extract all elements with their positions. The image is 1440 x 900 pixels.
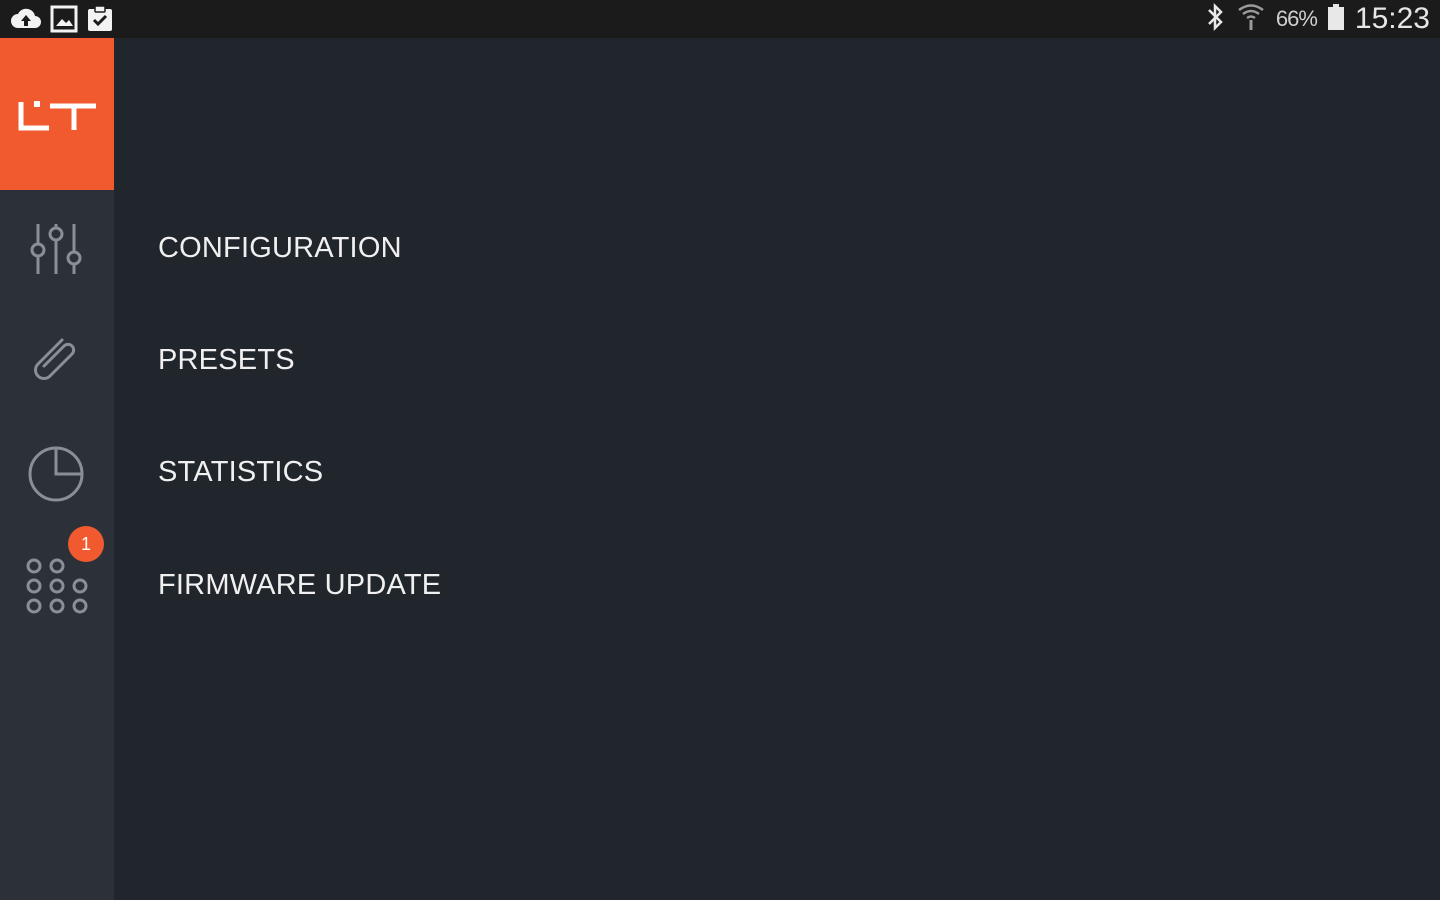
sidebar-item-presets[interactable] <box>0 302 114 414</box>
status-bar: 66% 15:23 <box>0 0 1440 38</box>
bluetooth-icon <box>1204 2 1226 37</box>
status-bar-notifications <box>10 5 114 38</box>
menu-item-firmware-update[interactable]: FIRMWARE UPDATE <box>158 555 441 615</box>
clock: 15:23 <box>1354 2 1430 35</box>
menu-item-statistics[interactable]: STATISTICS <box>158 442 323 502</box>
main-menu: CONFIGURATION PRESETS STATISTICS FIRMWAR… <box>114 38 1440 900</box>
notification-badge: 1 <box>68 526 104 562</box>
battery-percent: 66% <box>1275 6 1318 31</box>
sidebar: 1 <box>0 38 114 900</box>
image-icon <box>50 5 78 38</box>
app-logo[interactable] <box>0 38 114 190</box>
sliders-icon <box>30 224 82 274</box>
paperclip-icon <box>34 338 76 380</box>
clipboard-check-icon <box>86 5 114 38</box>
status-bar-system: 66% 15:23 <box>1204 0 1430 38</box>
cloud-upload-icon <box>10 6 42 37</box>
sidebar-item-configuration[interactable] <box>0 190 114 302</box>
pie-chart-icon <box>28 446 84 502</box>
menu-item-configuration[interactable]: CONFIGURATION <box>158 218 402 278</box>
wifi-icon <box>1236 2 1266 37</box>
lt-logo <box>18 101 96 131</box>
battery-icon <box>1327 3 1345 36</box>
sidebar-item-statistics[interactable] <box>0 414 114 526</box>
dot-grid-icon <box>26 558 88 614</box>
menu-item-presets[interactable]: PRESETS <box>158 330 295 390</box>
sidebar-item-firmware[interactable]: 1 <box>0 526 114 638</box>
